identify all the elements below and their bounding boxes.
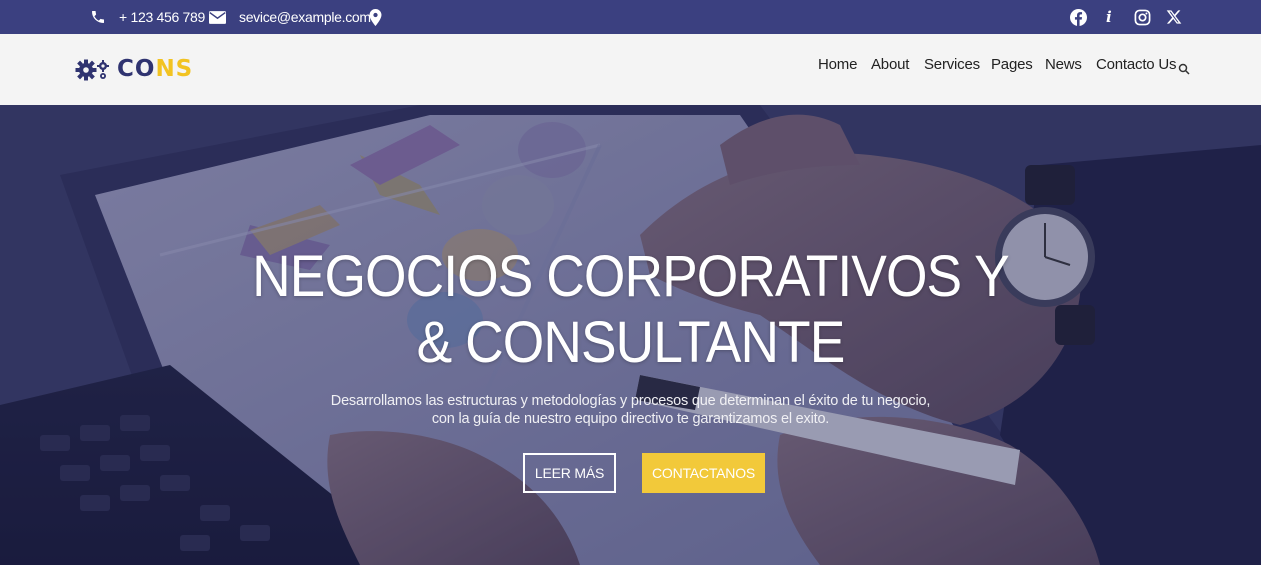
top-bar: + 123 456 789 sevice@example.com i bbox=[0, 0, 1261, 34]
phone-number[interactable]: + 123 456 789 bbox=[119, 0, 205, 34]
hero-subtitle: Desarrollamos las estructuras y metodolo… bbox=[0, 392, 1261, 428]
nav-services[interactable]: Services bbox=[924, 56, 980, 73]
nav-about[interactable]: About bbox=[871, 56, 909, 73]
hero-subtitle-line2: con la guía de nuestro equipo directivo … bbox=[431, 411, 830, 427]
nav-home[interactable]: Home bbox=[818, 56, 857, 73]
instagram-icon[interactable] bbox=[1134, 0, 1151, 34]
contact-button[interactable]: CONTACTANOS bbox=[642, 453, 765, 493]
nav-news[interactable]: News bbox=[1045, 56, 1082, 73]
hero-section: NEGOCIOS CORPORATIVOS Y & CONSULTANTE De… bbox=[0, 105, 1261, 565]
read-more-button[interactable]: LEER MÁS bbox=[523, 453, 616, 493]
nav-pages[interactable]: Pages bbox=[991, 56, 1033, 73]
brand-name-part2: NS bbox=[155, 56, 194, 82]
facebook-icon[interactable] bbox=[1070, 0, 1087, 34]
nav-contact[interactable]: Contacto Us bbox=[1096, 56, 1177, 73]
brand-logo[interactable]: CONS bbox=[75, 54, 193, 84]
email-address[interactable]: sevice@example.com bbox=[239, 0, 371, 34]
x-icon[interactable] bbox=[1166, 0, 1182, 34]
search-icon[interactable] bbox=[1178, 62, 1190, 80]
main-navbar: CONS Home About Services Pages News Cont… bbox=[0, 34, 1261, 105]
gears-icon bbox=[75, 59, 109, 81]
mail-icon bbox=[209, 0, 226, 34]
hero-title-line1: NEGOCIOS CORPORATIVOS Y bbox=[252, 244, 1010, 309]
hero-title: NEGOCIOS CORPORATIVOS Y & CONSULTANTE bbox=[50, 244, 1210, 376]
info-icon[interactable]: i bbox=[1106, 0, 1112, 34]
phone-icon bbox=[90, 0, 106, 34]
hero-subtitle-line1: Desarrollamos las estructuras y metodolo… bbox=[330, 393, 931, 409]
location-icon[interactable] bbox=[369, 0, 382, 34]
brand-name-part1: CO bbox=[117, 56, 156, 82]
hero-title-line2: & CONSULTANTE bbox=[416, 310, 846, 375]
brand-name: CONS bbox=[117, 56, 193, 82]
